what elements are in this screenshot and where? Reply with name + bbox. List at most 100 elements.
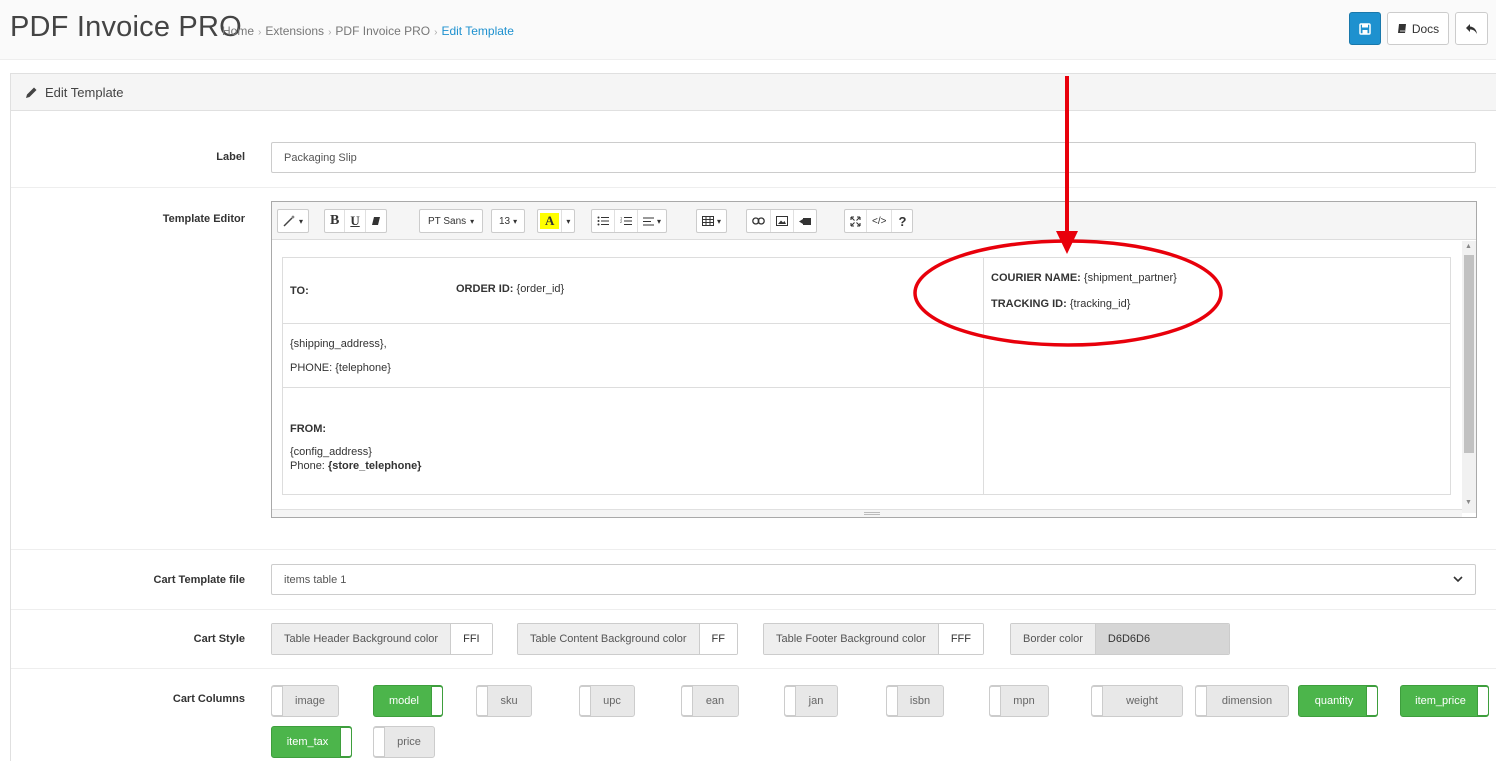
cart-style-row: Cart Style	[11, 610, 1496, 669]
toggle-label: jan	[808, 695, 824, 707]
reply-icon	[1466, 23, 1477, 34]
toggle-weight[interactable]: weight	[1091, 685, 1183, 717]
breadcrumb-extensions[interactable]: Extensions	[265, 24, 324, 38]
link-button[interactable]	[747, 210, 771, 232]
toggle-label: quantity	[1314, 695, 1354, 707]
list-ol-icon: 12	[620, 216, 632, 225]
help-button[interactable]: ?	[892, 210, 912, 232]
toggle-model[interactable]: model	[373, 685, 443, 717]
toggle-mpn[interactable]: mpn	[989, 685, 1049, 717]
panel-heading: Edit Template	[11, 74, 1496, 111]
toggle-sku[interactable]: sku	[476, 685, 532, 717]
table-header-color-input[interactable]: FFI	[451, 624, 492, 654]
to-order-cell: TO: ORDER ID: {order_id}	[282, 257, 984, 324]
toggle-isbn[interactable]: isbn	[886, 685, 944, 717]
toggle-upc[interactable]: upc	[579, 685, 635, 717]
font-name-value: PT Sans	[428, 215, 467, 227]
phone-label: PHONE:	[290, 361, 333, 374]
color-dropdown-caret[interactable]: ▾	[562, 210, 574, 232]
toggle-knob	[476, 686, 488, 716]
empty-cell	[983, 323, 1451, 388]
fullscreen-button[interactable]	[845, 210, 867, 232]
phone-value: {telephone}	[335, 361, 391, 374]
save-icon	[1359, 22, 1371, 35]
bold-button[interactable]: B	[325, 210, 346, 232]
toggle-knob	[886, 686, 898, 716]
toggle-label: sku	[500, 695, 518, 707]
table-icon	[702, 216, 714, 226]
docs-label: Docs	[1411, 21, 1440, 36]
toggle-knob	[431, 686, 443, 716]
toggle-knob	[1091, 686, 1103, 716]
align-icon	[643, 217, 654, 225]
editor-resize-handle[interactable]	[272, 509, 1462, 517]
toggle-label: ean	[705, 695, 725, 707]
text-color-button[interactable]: A	[538, 210, 563, 232]
toggle-quantity[interactable]: quantity	[1298, 685, 1378, 717]
table-row: FROM: {config_address} Phone: {store_tel…	[282, 387, 1451, 495]
cart-template-value: items table 1	[284, 573, 347, 586]
font-size-dropdown[interactable]: 13 ▾	[491, 209, 526, 233]
editor-scrollbar[interactable]: ▲ ▼	[1462, 241, 1476, 513]
from-label: FROM:	[290, 423, 327, 435]
ordered-list-button[interactable]: 12	[615, 210, 638, 232]
scrollbar-thumb[interactable]	[1464, 255, 1474, 453]
toggle-jan[interactable]: jan	[784, 685, 838, 717]
toggle-dimension[interactable]: dimension	[1195, 685, 1289, 717]
picture-icon	[776, 216, 788, 226]
paragraph-group: 12 ▾	[591, 209, 668, 233]
underline-button[interactable]: U	[345, 210, 366, 232]
store-phone-value: {store_telephone}	[327, 460, 422, 472]
packaging-slip-table: TO: ORDER ID: {order_id} COURIER NAME: {…	[282, 257, 1451, 495]
order-id-value: {order_id}	[516, 283, 565, 295]
breadcrumb-home[interactable]: Home	[222, 24, 254, 38]
table-header-color-label: Table Header Background color	[272, 624, 452, 654]
table-row: {shipping_address}, PHONE: {telephone}	[282, 323, 1451, 388]
breadcrumb-edit-template[interactable]: Edit Template	[441, 24, 514, 38]
cart-template-label: Cart Template file	[153, 574, 246, 586]
toggle-label: model	[389, 695, 419, 707]
toggle-knob	[784, 686, 796, 716]
table-content-color-input[interactable]: FF	[699, 624, 737, 654]
font-size-value: 13	[499, 215, 511, 227]
magic-wand-button[interactable]: ▾	[278, 210, 308, 232]
save-button[interactable]	[1349, 12, 1381, 45]
back-button[interactable]	[1455, 12, 1488, 45]
edit-template-panel: Edit Template Label Packaging Slip Templ…	[10, 73, 1496, 761]
breadcrumb-pdf-invoice-pro[interactable]: PDF Invoice PRO	[335, 24, 430, 38]
font-name-dropdown[interactable]: PT Sans ▾	[419, 209, 484, 233]
tracking-id-label: TRACKING ID:	[991, 297, 1067, 310]
fullscreen-icon	[850, 215, 861, 227]
shipping-address: {shipping_address},	[290, 337, 387, 350]
toggle-knob	[579, 686, 591, 716]
border-color-input[interactable]: D6D6D6	[1095, 624, 1229, 654]
view-group: </> ?	[844, 209, 914, 233]
table-footer-color-input[interactable]: FFF	[938, 624, 983, 654]
toggle-item-price[interactable]: item_price	[1400, 685, 1489, 717]
template-editor[interactable]: ▾ B U PT Sans ▾ 13 ▾ A ▾ 12 ▾ ▾ </> ? TO…	[271, 201, 1477, 518]
cart-template-select[interactable]: items table 1	[271, 564, 1476, 595]
toggle-image[interactable]: image	[271, 685, 339, 717]
align-dropdown[interactable]: ▾	[638, 210, 666, 232]
unordered-list-button[interactable]	[592, 210, 615, 232]
video-button[interactable]	[794, 210, 816, 232]
eraser-button[interactable]	[366, 210, 386, 232]
editor-content[interactable]: TO: ORDER ID: {order_id} COURIER NAME: {…	[272, 241, 1462, 509]
insert-group	[746, 209, 817, 233]
shipping-cell: {shipping_address}, PHONE: {telephone}	[282, 323, 984, 388]
label-input[interactable]: Packaging Slip	[271, 142, 1476, 173]
toggle-item-tax[interactable]: item_tax	[271, 726, 352, 758]
cart-style-label: Cart Style	[193, 633, 245, 645]
table-dropdown[interactable]: ▾	[696, 209, 728, 233]
store-phone-label: Phone:	[290, 460, 325, 472]
docs-button[interactable]: Docs	[1387, 12, 1449, 45]
toggle-ean[interactable]: ean	[681, 685, 739, 717]
pencil-icon	[26, 87, 37, 98]
eraser-icon	[371, 217, 380, 225]
table-footer-color-group: Table Footer Background color FFF	[763, 623, 984, 655]
picture-button[interactable]	[771, 210, 794, 232]
courier-name-value: {shipment_partner}	[1083, 271, 1177, 284]
toggle-label: weight	[1126, 695, 1158, 707]
toggle-price[interactable]: price	[373, 726, 435, 758]
code-view-button[interactable]: </>	[867, 210, 893, 232]
